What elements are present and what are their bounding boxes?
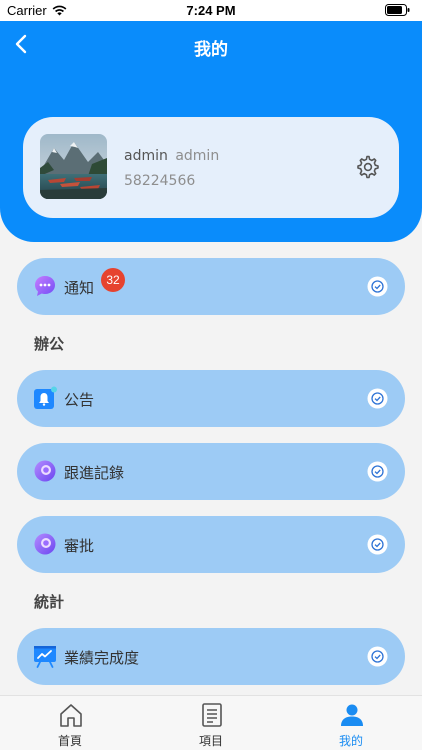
profile-role: admin [175, 148, 220, 164]
tab-home[interactable]: 首頁 [35, 696, 105, 750]
profile-header: 我的 admin admin 58224566 [0, 21, 422, 242]
tab-me[interactable]: 我的 [316, 696, 386, 750]
announcement-label: 公告 [64, 391, 95, 409]
presentation-chart-icon [34, 646, 56, 668]
profile-phone: 58224566 [124, 173, 196, 189]
chat-bubble-icon [35, 276, 55, 296]
page-title: 我的 [194, 40, 228, 60]
check-circle-icon [367, 646, 388, 667]
menu-row-notice[interactable]: 通知 32 [17, 258, 405, 315]
person-icon [341, 704, 363, 726]
ring-icon [34, 460, 56, 482]
profile-card[interactable]: admin admin 58224566 [23, 117, 399, 218]
status-bar: Carrier 7:24 PM [0, 0, 422, 21]
tab-projects-label: 項目 [198, 734, 223, 748]
status-time: 7:24 PM [186, 3, 236, 18]
approval-label: 審批 [64, 537, 95, 555]
profile-name-row: admin admin [124, 148, 219, 164]
tab-bar: 首頁 項目 我的 [0, 695, 422, 750]
avatar[interactable] [40, 134, 107, 199]
bell-icon [34, 386, 57, 409]
check-circle-icon [367, 461, 388, 482]
menu-row-performance[interactable]: 業績完成度 [17, 628, 405, 685]
menu-row-approval[interactable]: 審批 [17, 516, 405, 573]
gear-icon[interactable] [356, 155, 380, 179]
home-icon [60, 704, 82, 727]
check-circle-icon [367, 534, 388, 555]
battery-icon [385, 4, 410, 19]
tab-me-label: 我的 [338, 734, 363, 748]
section-title-office: 辦公 [34, 335, 65, 353]
profile-name: admin [124, 148, 168, 164]
tab-projects[interactable]: 項目 [176, 696, 246, 750]
check-circle-icon [367, 276, 388, 297]
followup-label: 跟進記錄 [64, 464, 125, 482]
list-icon [202, 703, 222, 727]
menu-row-followup[interactable]: 跟進記錄 [17, 443, 405, 500]
performance-label: 業績完成度 [64, 649, 140, 667]
ring-icon [34, 533, 56, 555]
menu-row-announcement[interactable]: 公告 [17, 370, 405, 427]
check-circle-icon [367, 388, 388, 409]
section-title-stats: 統計 [34, 593, 65, 611]
notice-label: 通知 [64, 279, 95, 297]
notice-badge: 32 [101, 268, 125, 292]
tab-home-label: 首頁 [57, 734, 82, 748]
